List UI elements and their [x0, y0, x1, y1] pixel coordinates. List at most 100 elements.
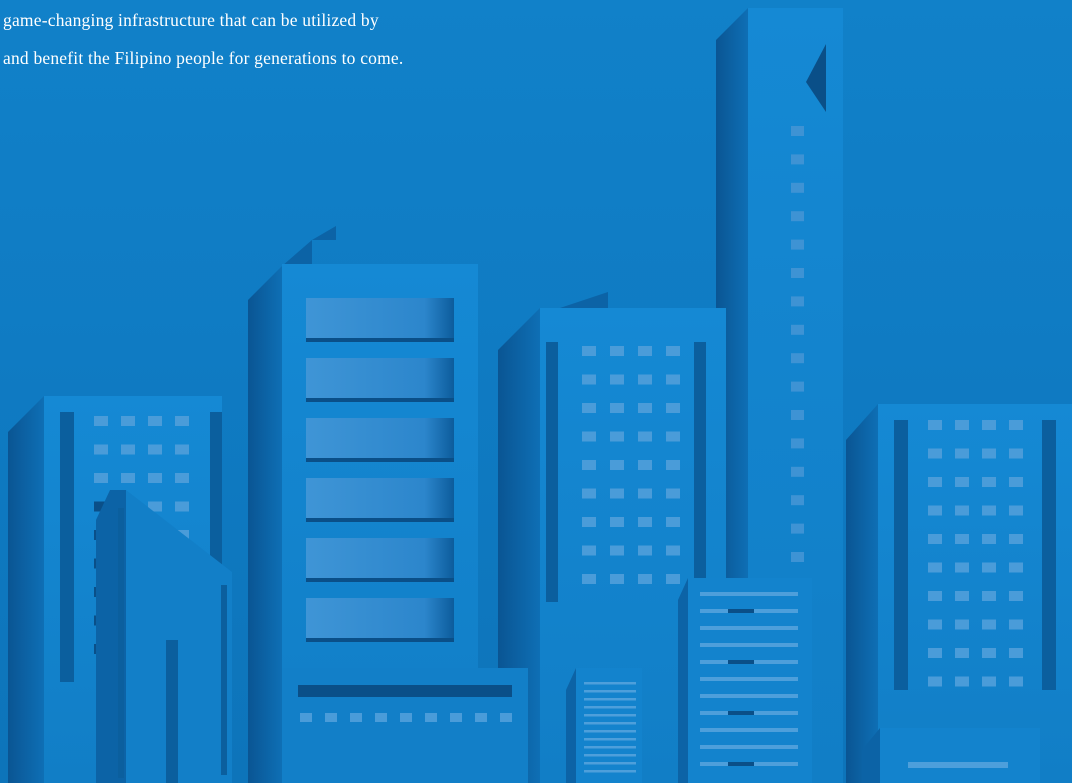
window — [791, 126, 804, 136]
window — [955, 477, 969, 487]
window-band-shadow — [306, 638, 454, 642]
stripe — [584, 746, 636, 749]
stripe — [584, 754, 636, 757]
building-striped-small — [566, 668, 642, 783]
stripe — [700, 745, 798, 749]
stripe — [584, 730, 636, 733]
window — [982, 420, 996, 430]
stripe — [700, 728, 798, 732]
stripe — [584, 762, 636, 765]
window-band — [306, 538, 454, 578]
window — [955, 676, 969, 687]
stripe — [584, 738, 636, 741]
window — [928, 477, 942, 487]
stripe — [584, 706, 636, 709]
window — [955, 448, 969, 459]
window — [582, 431, 596, 442]
window — [638, 574, 652, 584]
window — [1009, 448, 1023, 459]
building-low-front — [282, 668, 528, 783]
window — [94, 473, 108, 483]
window — [982, 619, 996, 630]
stripe — [700, 677, 798, 681]
window — [175, 473, 189, 483]
window — [582, 346, 596, 356]
window — [955, 648, 969, 658]
window — [666, 460, 680, 470]
window — [791, 296, 804, 307]
window — [791, 523, 804, 534]
building-low-right — [862, 728, 1040, 783]
window — [666, 431, 680, 442]
window — [638, 460, 652, 470]
window — [791, 324, 804, 335]
window — [791, 438, 804, 449]
window — [928, 505, 942, 516]
window — [1009, 505, 1023, 516]
window — [610, 431, 624, 442]
stripe — [584, 698, 636, 701]
window — [350, 713, 362, 722]
stripe — [700, 643, 798, 647]
window — [928, 591, 942, 601]
window — [791, 552, 804, 562]
window-band — [306, 298, 454, 338]
window — [955, 591, 969, 601]
window-band — [306, 478, 454, 518]
window — [582, 545, 596, 556]
building-grid-right — [846, 404, 1072, 783]
window — [148, 416, 162, 426]
stripe — [584, 714, 636, 717]
window — [175, 416, 189, 426]
window — [955, 619, 969, 630]
window — [982, 591, 996, 601]
stripe — [700, 592, 798, 596]
window — [475, 713, 487, 722]
window — [666, 488, 680, 499]
window — [1009, 648, 1023, 658]
window — [982, 534, 996, 544]
window — [610, 545, 624, 556]
stripe-shadow — [728, 609, 754, 613]
window — [955, 420, 969, 430]
window — [982, 505, 996, 516]
window — [582, 488, 596, 499]
window — [666, 403, 680, 413]
window — [1009, 562, 1023, 573]
window — [955, 505, 969, 516]
stripe — [584, 770, 636, 773]
window — [955, 562, 969, 573]
window — [791, 239, 804, 250]
window — [928, 676, 942, 687]
window-band-shadow — [306, 578, 454, 582]
window — [121, 473, 135, 483]
window — [791, 495, 804, 506]
window — [791, 410, 804, 420]
window — [94, 444, 108, 455]
city-skyline-illustration — [8, 8, 1072, 783]
hero-panel: game-changing infrastructure that can be… — [0, 0, 1072, 783]
window — [982, 477, 996, 487]
window — [582, 517, 596, 527]
window — [610, 517, 624, 527]
window — [582, 374, 596, 385]
window — [121, 444, 135, 455]
window — [375, 713, 387, 722]
window-band — [306, 598, 454, 638]
window-band — [306, 418, 454, 458]
window — [148, 473, 162, 483]
window — [666, 574, 680, 584]
window — [791, 466, 804, 477]
window — [638, 374, 652, 385]
window — [982, 562, 996, 573]
window — [982, 676, 996, 687]
intro-text: game-changing infrastructure that can be… — [3, 1, 403, 77]
window — [928, 619, 942, 630]
window — [666, 545, 680, 556]
window — [325, 713, 337, 722]
window — [928, 648, 942, 658]
window — [638, 346, 652, 356]
window — [94, 416, 108, 426]
window — [610, 403, 624, 413]
window — [638, 517, 652, 527]
